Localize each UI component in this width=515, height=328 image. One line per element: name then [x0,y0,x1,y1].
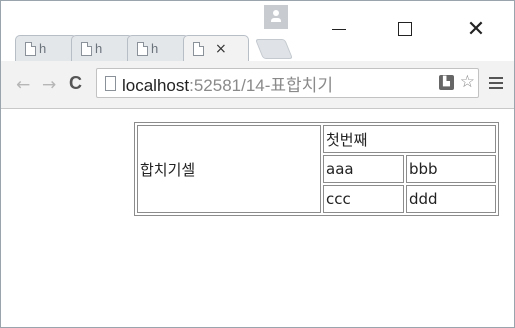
header-cell: 첫번째 [323,125,496,153]
page-info-icon[interactable] [105,75,116,91]
page-icon [25,41,36,56]
reload-icon[interactable]: C [69,73,82,94]
minimize-button[interactable] [316,15,362,43]
translate-icon[interactable]: ▙ [439,75,454,90]
tab-2-title: h [95,41,103,56]
tab-2[interactable]: h [71,35,133,61]
merged-table: 합치기셀 첫번째 aaa bbb ccc ddd [134,122,499,216]
title-bar: h h h × ✕ [1,1,514,61]
maximize-button[interactable] [382,15,428,43]
page-icon [137,41,148,56]
url-host: localhost [122,75,190,95]
tab-strip: h h h × [15,35,315,61]
table-cell: bbb [405,155,496,183]
table-cell: ddd [405,185,496,213]
table-row: 합치기셀 첫번째 [137,125,496,213]
tab-active[interactable]: × [183,35,249,61]
url-path: :52581/14-표합치기 [189,75,333,95]
tab-3[interactable]: h [127,35,189,61]
tab-3-title: h [151,41,159,56]
back-icon[interactable]: ← [16,75,30,95]
page-icon [193,41,204,56]
tab-close-icon[interactable]: × [215,41,227,57]
maximize-icon [398,22,412,36]
tab-1[interactable]: h [15,35,77,61]
new-tab-button[interactable] [254,39,294,59]
minimize-icon [332,28,346,30]
merged-cell: 합치기셀 [137,125,321,213]
close-button[interactable]: ✕ [453,15,499,43]
page-icon [81,41,92,56]
table-cell: ccc [323,185,404,213]
table-cell: aaa [323,155,404,183]
page-content: 합치기셀 첫번째 aaa bbb ccc ddd [1,110,514,327]
menu-icon[interactable] [489,77,503,89]
forward-icon[interactable]: → [42,75,56,95]
close-icon: ✕ [466,16,486,42]
browser-window: h h h × ✕ ← → C localhost:52581/14-표합치기 … [0,0,515,328]
bookmark-star-icon[interactable]: ☆ [460,72,475,92]
address-bar[interactable]: localhost:52581/14-표합치기 ▙ ☆ [96,68,479,98]
profile-icon[interactable] [264,5,288,29]
address-url[interactable]: localhost:52581/14-표합치기 [122,71,333,96]
tab-1-title: h [39,41,47,56]
browser-toolbar: ← → C localhost:52581/14-표합치기 ▙ ☆ [1,61,514,109]
